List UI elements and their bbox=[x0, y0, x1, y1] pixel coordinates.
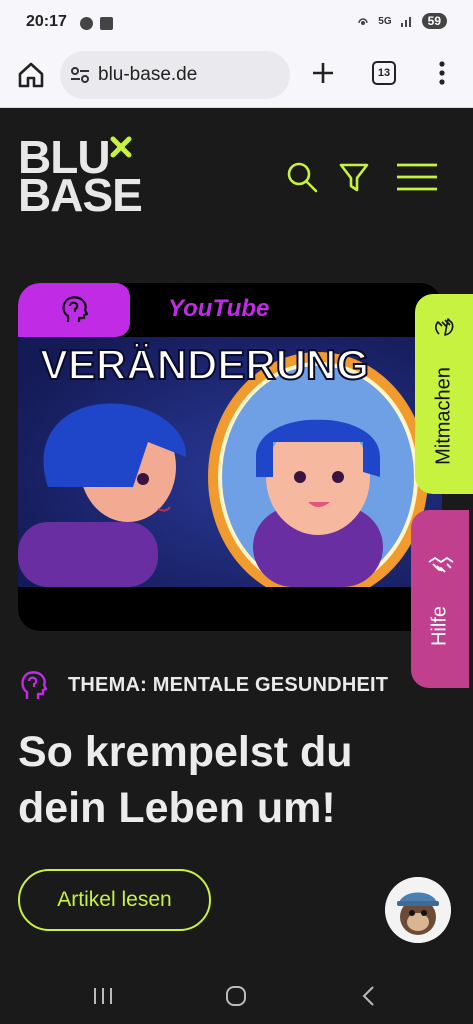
url-text: blu-base.de bbox=[98, 64, 198, 85]
article-headline: So krempelst du dein Leben um! bbox=[18, 728, 353, 832]
chat-bot-avatar[interactable] bbox=[385, 877, 451, 943]
status-bar: 20:17 5G 59 bbox=[0, 0, 473, 46]
card-source-label: YouTube bbox=[168, 295, 270, 322]
home-nav-icon[interactable] bbox=[224, 985, 248, 1007]
monkey-avatar-icon bbox=[385, 877, 451, 943]
handshake-icon bbox=[428, 557, 454, 573]
logo-line-2: BASE bbox=[18, 169, 143, 221]
clapping-hands-icon bbox=[435, 318, 454, 336]
tab-switcher-button[interactable]: 13 bbox=[372, 61, 396, 85]
head-mind-icon bbox=[62, 296, 89, 322]
mitmachen-label: Mitmachen bbox=[432, 367, 455, 465]
read-article-button[interactable]: Artikel lesen bbox=[18, 869, 211, 931]
hilfe-label: Hilfe bbox=[428, 605, 451, 647]
more-options-icon[interactable] bbox=[432, 58, 452, 88]
facebook-notification-icon bbox=[80, 17, 93, 30]
address-bar[interactable]: blu-base.de bbox=[60, 51, 290, 99]
video-card[interactable]: YouTube VERÄNDERUNG bbox=[18, 283, 442, 631]
filter-icon[interactable] bbox=[338, 160, 370, 194]
system-navigation-bar bbox=[0, 968, 473, 1024]
article-theme: THEMA: MENTALE GESUNDHEIT bbox=[68, 673, 389, 696]
mitmachen-side-tab[interactable]: Mitmachen bbox=[415, 294, 473, 494]
site-settings-icon[interactable] bbox=[70, 65, 90, 85]
battery-indicator: 59 bbox=[421, 13, 447, 29]
browser-toolbar: blu-base.de 13 bbox=[0, 46, 473, 108]
search-icon[interactable] bbox=[285, 160, 319, 194]
home-icon[interactable] bbox=[14, 58, 48, 92]
hotspot-icon bbox=[358, 18, 369, 25]
hilfe-side-tab[interactable]: Hilfe bbox=[411, 510, 469, 688]
back-icon[interactable] bbox=[360, 985, 378, 1007]
network-label: 5G bbox=[378, 15, 392, 27]
hamburger-menu-icon[interactable] bbox=[395, 160, 439, 194]
signal-icon bbox=[400, 17, 411, 27]
thumbnail-caption: VERÄNDERUNG bbox=[40, 341, 369, 388]
recent-apps-icon[interactable] bbox=[92, 986, 114, 1006]
card-category-tab bbox=[18, 283, 130, 337]
check-notification-icon bbox=[100, 17, 113, 30]
status-right: 5G 59 bbox=[356, 13, 447, 29]
video-thumbnail[interactable]: VERÄNDERUNG bbox=[18, 337, 442, 587]
theme-row: THEMA: MENTALE GESUNDHEIT bbox=[18, 668, 388, 702]
logo-x-icon bbox=[110, 136, 132, 158]
status-time: 20:17 bbox=[26, 13, 67, 30]
head-mind-icon bbox=[21, 671, 48, 699]
new-tab-icon[interactable] bbox=[308, 58, 338, 88]
